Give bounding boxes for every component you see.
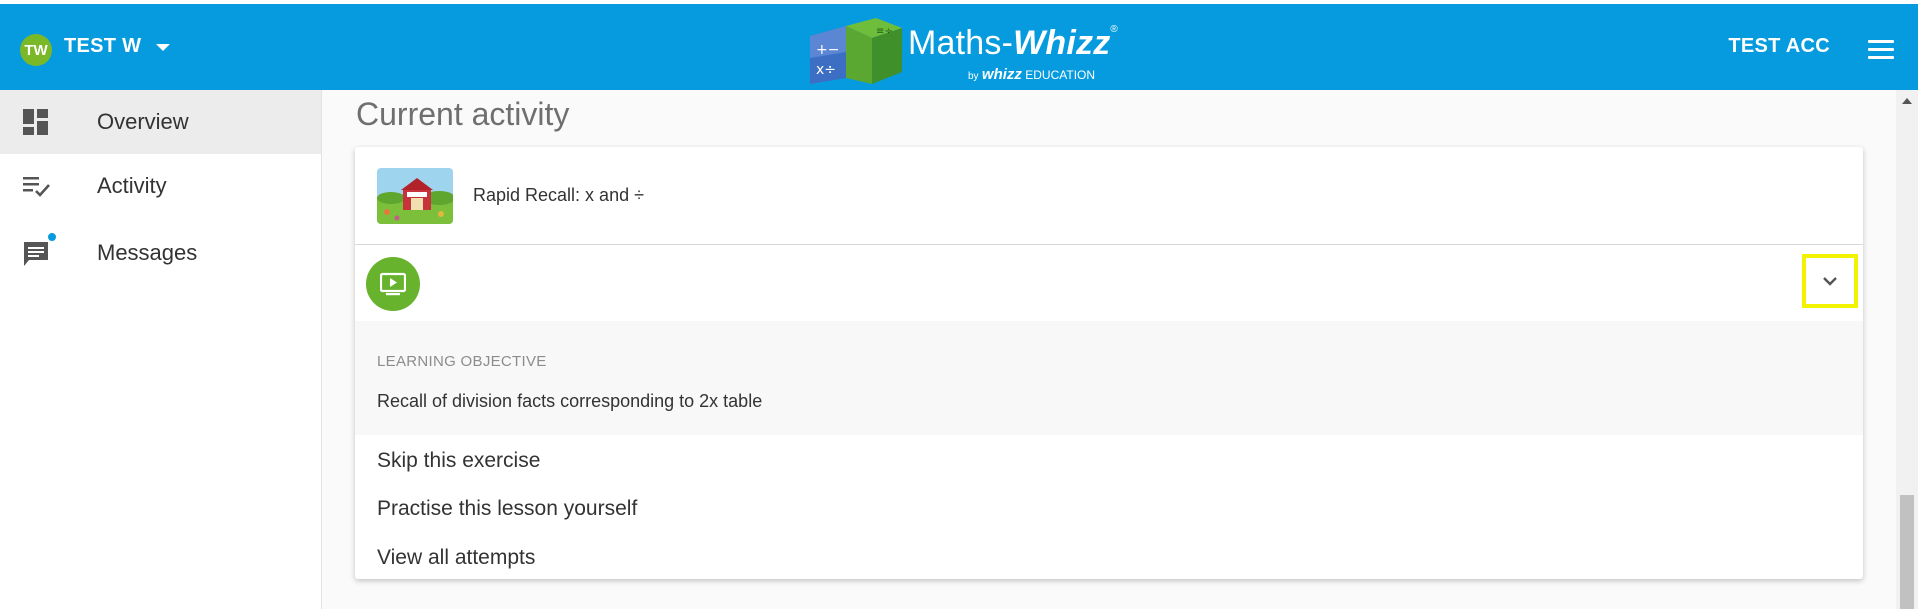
scroll-thumb[interactable]	[1900, 495, 1914, 609]
svg-text:+−: +−	[816, 42, 839, 58]
sidebar-item-overview[interactable]: Overview	[0, 90, 321, 154]
message-icon	[24, 242, 48, 266]
sidebar-item-label: Overview	[97, 109, 189, 134]
view-attempts-link[interactable]: View all attempts	[377, 546, 535, 570]
learning-objective-panel: LEARNING OBJECTIVE Recall of division fa…	[355, 321, 1863, 435]
logo-text: Maths-Whizz®	[908, 24, 1118, 62]
activity-name: Rapid Recall: x and ÷	[473, 185, 644, 205]
user-menu-caret-icon[interactable]	[156, 44, 170, 51]
objective-label: LEARNING OBJECTIVE	[377, 353, 547, 370]
activity-card: Rapid Recall: x and ÷ LEARNING OBJECTIVE…	[355, 147, 1863, 579]
skip-exercise-link[interactable]: Skip this exercise	[377, 449, 540, 473]
svg-text:x÷: x÷	[816, 62, 836, 78]
practise-lesson-link[interactable]: Practise this lesson yourself	[377, 497, 637, 521]
play-screen-icon	[380, 272, 406, 296]
page-title: Current activity	[356, 96, 570, 132]
sidebar-item-label: Messages	[97, 240, 198, 265]
logo-subtitle: by whizz EDUCATION	[968, 66, 1096, 83]
activity-thumbnail	[377, 168, 453, 224]
objective-text: Recall of division facts corresponding t…	[377, 391, 763, 411]
play-lesson-button[interactable]	[366, 257, 420, 311]
activity-header[interactable]: Rapid Recall: x and ÷	[355, 147, 1863, 245]
activity-controls	[355, 245, 1863, 321]
unread-badge	[47, 232, 57, 242]
checklist-icon	[23, 177, 50, 197]
chevron-down-icon	[1823, 277, 1837, 286]
app-header: TW TEST W +− x÷ ≡÷ Maths-Whizz® by whizz…	[0, 4, 1918, 90]
hamburger-menu-icon[interactable]	[1868, 40, 1894, 60]
dashboard-icon	[23, 109, 48, 135]
account-name[interactable]: TEST ACC	[1728, 35, 1830, 58]
logo-cube-icon: +− x÷ ≡÷	[810, 18, 902, 84]
svg-text:≡÷: ≡÷	[876, 26, 893, 37]
expand-toggle-button[interactable]	[1802, 254, 1858, 308]
sidebar-item-messages[interactable]: Messages	[0, 218, 321, 282]
sidebar-item-label: Activity	[97, 173, 167, 198]
user-name[interactable]: TEST W	[64, 35, 141, 58]
main-content: Current activity Rapid Recall: x and ÷ L…	[323, 90, 1896, 609]
sidebar: Overview Activity Messages	[0, 90, 322, 609]
vertical-scrollbar[interactable]	[1896, 90, 1918, 609]
user-avatar[interactable]: TW	[20, 34, 52, 66]
sidebar-item-activity[interactable]: Activity	[0, 154, 321, 218]
maths-whizz-logo[interactable]: +− x÷ ≡÷ Maths-Whizz® by whizz EDUCATION	[806, 10, 1118, 90]
scroll-up-icon[interactable]	[1902, 98, 1912, 104]
